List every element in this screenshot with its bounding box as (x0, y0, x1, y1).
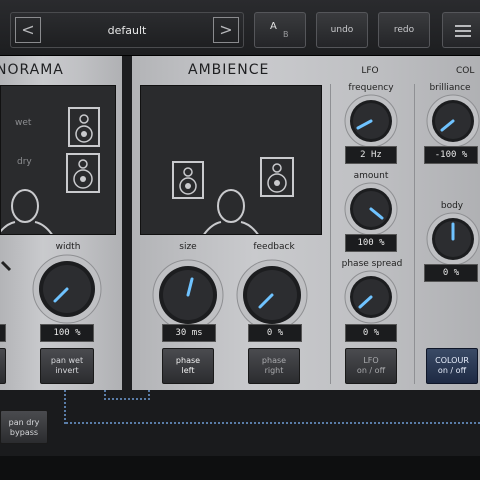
colour-onoff-line2: on / off (437, 366, 467, 375)
lfo-divider (330, 84, 331, 384)
brilliance-knob[interactable] (426, 94, 480, 148)
pan-wet-invert-line2: invert (55, 366, 79, 375)
wet-speaker-icon[interactable] (68, 107, 100, 147)
routing-line-horizontal (66, 422, 480, 424)
lfo-onoff-button[interactable]: LFO on / off (345, 348, 397, 384)
phase-left-line2: left (181, 366, 195, 375)
amount-readout: 100 % (345, 234, 397, 252)
top-toolbar: < default > A B undo redo (0, 0, 480, 56)
phase-right-line2: right (264, 366, 284, 375)
panel-gap (122, 56, 132, 390)
body-label: body (440, 201, 464, 211)
body-readout: 0 % (424, 264, 478, 282)
bottom-routing-area: pan dry bypass (0, 390, 480, 480)
feedback-knob[interactable] (236, 259, 308, 331)
balance-knob-indicator[interactable] (0, 258, 12, 276)
listener-head-icon (203, 189, 259, 234)
lfo-title: LFO (361, 66, 379, 76)
colour-divider (414, 84, 415, 384)
colour-onoff-button[interactable]: COLOUR on / off (426, 348, 478, 384)
ambience-display (140, 85, 322, 235)
routing-line-ambience (104, 390, 150, 400)
pan-dry-bypass-line2: bypass (9, 428, 39, 437)
listener-head-icon (1, 189, 53, 234)
redo-button[interactable]: redo (378, 12, 430, 48)
preset-name[interactable]: default (51, 13, 203, 49)
colour-onoff-line1: COLOUR (435, 356, 469, 365)
size-knob[interactable] (152, 259, 224, 331)
ab-b-label: B (283, 30, 289, 39)
next-preset-button[interactable]: > (213, 17, 239, 43)
dry-speaker-icon[interactable] (66, 153, 100, 193)
phase-spread-label: phase spread (341, 259, 403, 269)
phase-spread-knob[interactable] (344, 270, 398, 324)
ab-a-label: A (270, 21, 277, 32)
menu-button[interactable] (442, 12, 480, 48)
lfo-onoff-line1: LFO (363, 356, 379, 365)
frequency-readout: 2 Hz (345, 146, 397, 164)
phase-spread-readout: 0 % (345, 324, 397, 342)
panorama-display: wet dry (0, 85, 116, 235)
panorama-aux-button[interactable] (0, 348, 6, 384)
pan-wet-invert-button[interactable]: pan wet invert (40, 348, 94, 384)
ambience-speakers-graphic (172, 157, 294, 234)
width-readout: 100 % (40, 324, 94, 342)
colour-title: COL (456, 66, 475, 76)
panorama-panel: NORAMA wet dry width 100 % pan wet inver… (0, 56, 122, 390)
width-label: width (55, 242, 81, 252)
right-speaker-icon[interactable] (260, 157, 294, 197)
dry-label: dry (17, 157, 32, 167)
brilliance-label: brilliance (429, 83, 471, 93)
amount-label: amount (353, 171, 389, 181)
body-knob[interactable] (426, 212, 480, 266)
status-strip (0, 456, 480, 480)
phase-left-line1: phase (175, 356, 201, 365)
brilliance-readout: -100 % (424, 146, 478, 164)
ambience-title: AMBIENCE (188, 62, 270, 78)
frequency-label: frequency (348, 83, 394, 93)
feedback-readout: 0 % (248, 324, 302, 342)
feedback-label: feedback (253, 242, 295, 252)
pan-dry-bypass-button[interactable]: pan dry bypass (0, 410, 48, 444)
previous-preset-button[interactable]: < (15, 17, 41, 43)
pan-dry-bypass-line1: pan dry (8, 418, 40, 427)
undo-button[interactable]: undo (316, 12, 368, 48)
routing-line-vertical (64, 390, 66, 424)
ab-compare-button[interactable]: A B (254, 12, 306, 48)
frequency-knob[interactable] (344, 94, 398, 148)
amount-knob[interactable] (344, 182, 398, 236)
pan-wet-invert-line1: pan wet (50, 356, 84, 365)
phase-right-button[interactable]: phase right (248, 348, 300, 384)
panorama-title: NORAMA (0, 62, 64, 78)
size-label: size (179, 242, 197, 252)
phase-left-button[interactable]: phase left (162, 348, 214, 384)
left-speaker-icon[interactable] (172, 161, 204, 199)
ambience-panel: AMBIENCE size feedback 30 ms 0 % phase l… (132, 56, 480, 390)
width-knob[interactable] (32, 254, 102, 324)
preset-selector[interactable]: < default > (10, 12, 244, 48)
wet-label: wet (15, 118, 32, 128)
lfo-onoff-line2: on / off (356, 366, 386, 375)
size-readout: 30 ms (162, 324, 216, 342)
balance-readout (0, 324, 6, 342)
phase-right-line1: phase (261, 356, 287, 365)
